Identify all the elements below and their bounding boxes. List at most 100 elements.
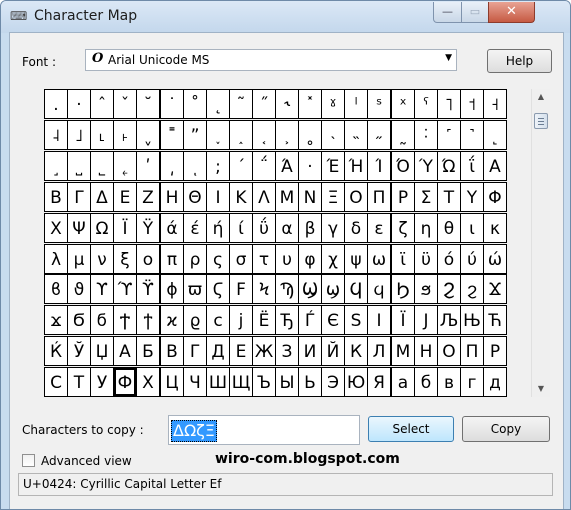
character-cell[interactable]: ˰ (229, 120, 253, 150)
character-cell[interactable]: б (414, 367, 438, 397)
character-cell[interactable]: ˵ (344, 120, 368, 150)
character-cell[interactable]: Ο (344, 182, 368, 212)
character-cell[interactable]: ˶ (367, 120, 391, 150)
character-cell[interactable]: П (460, 336, 484, 366)
character-cell[interactable]: Υ (460, 182, 484, 212)
scroll-thumb[interactable] (534, 113, 548, 129)
grid-scrollbar[interactable]: ▲ ▼ (531, 89, 550, 397)
character-cell[interactable]: ˆ (90, 89, 114, 119)
character-cell[interactable]: ; (206, 151, 230, 181)
character-cell[interactable]: ΄ (229, 151, 253, 181)
character-cell[interactable]: ˼ (44, 151, 68, 181)
character-cell[interactable]: ˪ (90, 120, 114, 150)
character-cell[interactable]: ˲ (275, 120, 299, 150)
character-cell[interactable]: ˷ (391, 120, 415, 150)
character-cell[interactable]: Ψ (67, 213, 91, 243)
character-cell[interactable]: Θ (183, 182, 207, 212)
title-bar[interactable]: ⌨ Character Map — ▭ ✕ (1, 1, 570, 33)
character-cell[interactable]: ϋ (414, 244, 438, 274)
advanced-view-checkbox[interactable] (22, 454, 35, 467)
character-cell[interactable]: Д (206, 336, 230, 366)
character-cell[interactable]: Џ (90, 336, 114, 366)
character-cell[interactable]: ˜ (229, 89, 253, 119)
character-cell[interactable]: μ (67, 244, 91, 274)
character-cell[interactable]: Ξ (321, 182, 345, 212)
character-cell[interactable]: ΐ (460, 151, 484, 181)
character-cell[interactable]: З (275, 336, 299, 366)
character-cell[interactable]: Μ (275, 182, 299, 212)
character-cell[interactable]: β (298, 213, 322, 243)
character-cell[interactable]: ˨ (44, 120, 68, 150)
character-cell[interactable]: ʹ (136, 151, 160, 181)
character-cell[interactable]: Ϋ (136, 213, 160, 243)
character-cell[interactable]: Ї (391, 305, 415, 335)
character-cell[interactable]: ϩ (460, 274, 484, 304)
character-cell[interactable]: Ϩ (437, 274, 461, 304)
character-cell[interactable]: Ь (298, 367, 322, 397)
character-cell[interactable]: Ά (275, 151, 299, 181)
character-cell[interactable]: Ϡ (275, 274, 299, 304)
character-cell[interactable]: Э (321, 367, 345, 397)
character-cell[interactable]: Ρ (391, 182, 415, 212)
character-cell[interactable]: υ (275, 244, 299, 274)
close-button[interactable]: ✕ (488, 2, 535, 23)
character-cell[interactable]: ˹ (437, 120, 461, 150)
character-cell[interactable]: Π (367, 182, 391, 212)
character-cell[interactable]: Λ (252, 182, 276, 212)
character-cell[interactable]: ΰ (252, 213, 276, 243)
character-cell[interactable]: Γ (67, 182, 91, 212)
character-cell[interactable]: ϐ (44, 274, 68, 304)
character-cell[interactable]: ˿ (113, 151, 137, 181)
character-cell[interactable]: Б (136, 336, 160, 366)
character-cell[interactable]: . (44, 89, 68, 119)
character-cell[interactable]: ό (437, 244, 461, 274)
character-cell[interactable]: ˝ (252, 89, 276, 119)
character-cell[interactable]: ϕ (160, 274, 184, 304)
character-cell[interactable]: ˤ (414, 89, 438, 119)
character-cell[interactable]: γ (321, 213, 345, 243)
character-cell[interactable]: Ϭ (67, 305, 91, 335)
character-cell[interactable]: ˻ (483, 120, 507, 150)
character-cell[interactable]: ϊ (391, 244, 415, 274)
character-cell[interactable]: ν (90, 244, 114, 274)
character-cell[interactable]: Ώ (437, 151, 461, 181)
character-cell[interactable]: Ή (344, 151, 368, 181)
character-cell[interactable]: а (391, 367, 415, 397)
character-cell[interactable]: У (90, 367, 114, 397)
character-cell[interactable]: ˣ (391, 89, 415, 119)
copy-button[interactable]: Copy (462, 416, 550, 442)
character-cell[interactable]: Г (183, 336, 207, 366)
character-cell[interactable]: Ω (90, 213, 114, 243)
character-cell[interactable]: ξ (113, 244, 137, 274)
character-cell[interactable]: ˚ (183, 89, 207, 119)
character-cell[interactable]: ˡ (344, 89, 368, 119)
character-cell[interactable]: c (206, 305, 230, 335)
character-cell[interactable]: ˧ (483, 89, 507, 119)
character-cell[interactable]: ˇ (113, 89, 137, 119)
character-cell[interactable]: ϫ (44, 305, 68, 335)
character-cell[interactable]: ˢ (367, 89, 391, 119)
font-dropdown[interactable]: O Arial Unicode MS ▼ (85, 49, 457, 71)
character-cell[interactable]: Ђ (275, 305, 299, 335)
character-cell[interactable]: ͺ (183, 151, 207, 181)
character-cell[interactable]: Ќ (44, 336, 68, 366)
character-cell[interactable]: Љ (437, 305, 461, 335)
character-cell[interactable]: Щ (229, 367, 253, 397)
character-cell[interactable]: ˬ (136, 120, 160, 150)
advanced-view-label[interactable]: Advanced view (41, 454, 132, 468)
character-cell[interactable]: ζ (391, 213, 415, 243)
character-cell[interactable]: Ш (206, 367, 230, 397)
character-cell[interactable]: Ћ (483, 305, 507, 335)
character-cell[interactable]: А (113, 336, 137, 366)
character-cell[interactable]: В (160, 336, 184, 366)
character-cell[interactable]: ˭ (160, 120, 184, 150)
character-cell[interactable]: Л (367, 336, 391, 366)
character-cell[interactable]: Я (367, 367, 391, 397)
character-grid[interactable]: . · ˆ ˇ ˘ ˙ ˚ ˛ ˜ ˝ ˞ ˟ ˠ ˡ ˢ ˣ ˤ ˥ ˦ ˧ ˨ ˩ ˪ ˫ ˬ ˭ ˮ ˯ ˰ ˱ ˲ ˳ ˴ ˵ ˶ ˷ ˸ ˹ ˺ ˻… (44, 89, 527, 397)
character-cell[interactable]: έ (183, 213, 207, 243)
character-cell[interactable]: ώ (483, 244, 507, 274)
character-cell[interactable]: Х (136, 367, 160, 397)
character-cell[interactable]: ί (229, 213, 253, 243)
character-cell[interactable]: Β (44, 182, 68, 212)
help-button[interactable]: Help (487, 49, 552, 73)
